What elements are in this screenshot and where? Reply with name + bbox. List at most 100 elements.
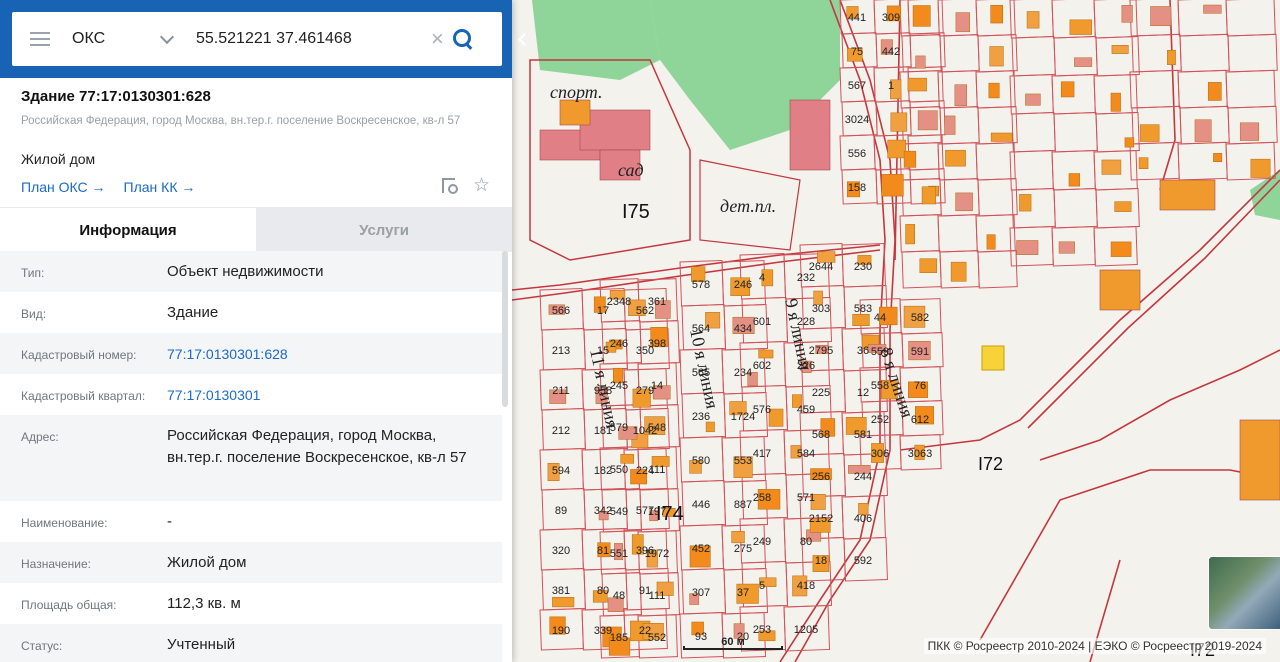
info-row: Тип: Объект недвижимости <box>0 251 502 292</box>
parcel-number-label: 36 <box>857 345 869 357</box>
parcel-number-label: 211 <box>552 385 570 397</box>
parcel-number-label: 446 <box>692 499 710 511</box>
parcel-number-label: 246 <box>610 338 628 350</box>
cadastral-quarter-link[interactable]: 77:17:0130301 <box>167 384 477 406</box>
parcel-number-label: 48 <box>613 590 625 602</box>
parcel-number-label: 452 <box>692 543 710 555</box>
collapse-panel-button[interactable] <box>512 22 532 56</box>
parcel-number-label: 2644 <box>809 261 833 273</box>
area-label: спорт. <box>550 82 602 102</box>
info-key: Наименование: <box>21 516 108 530</box>
parcel-number-label: 548 <box>648 422 666 434</box>
parcel-number-label: 576 <box>753 404 771 416</box>
parcel-number-label: 2348 <box>607 296 631 308</box>
parcel-number-label: 441 <box>848 12 866 24</box>
basemap-switcher[interactable] <box>1208 556 1280 630</box>
scrollbar[interactable] <box>502 251 508 407</box>
parcel-number-label: 3063 <box>908 448 932 460</box>
parcel-number-label: 459 <box>797 404 815 416</box>
info-key: Вид: <box>21 307 47 321</box>
area-label: дет.пл. <box>720 196 776 216</box>
parcel-number-label: 591 <box>911 346 929 358</box>
parcel-number-label: 275 <box>734 543 752 555</box>
parcel-number-label: 309 <box>882 12 900 24</box>
tabs: Информация Услуги <box>0 207 512 252</box>
info-value: - <box>167 513 172 530</box>
info-key: Кадастровый номер: <box>21 348 137 362</box>
parcel-number-label: 381 <box>552 585 570 597</box>
info-value: Жилой дом <box>167 554 247 571</box>
star-icon[interactable]: ☆ <box>473 176 490 195</box>
parcel-number-label: 1972 <box>645 548 669 560</box>
parcel-number-label: 320 <box>552 545 570 557</box>
info-row: Назначение: Жилой дом <box>0 542 502 583</box>
parcel-number-label: 190 <box>552 625 570 637</box>
parcel-number-label: 1 <box>888 80 894 92</box>
parcel-number-label: 584 <box>797 448 815 460</box>
parcel-number-label: 556 <box>848 148 866 160</box>
object-title: Здание 77:17:0130301:628 <box>21 88 211 105</box>
info-row: Наименование: - <box>0 501 502 542</box>
search-icon[interactable] <box>452 28 474 50</box>
copyright: ПКК © Росреестр 2010-2024 | ЕЭКО © Росре… <box>923 638 1266 654</box>
parcel-number-label: 2152 <box>809 513 833 525</box>
search-input[interactable] <box>194 29 418 49</box>
close-icon[interactable]: × <box>431 28 444 50</box>
parcel-number-label: 258 <box>753 492 771 504</box>
search-type-select[interactable]: ОКС <box>72 30 162 48</box>
parcel-number-label: 583 <box>854 303 872 315</box>
parcel-number-label: 549 <box>610 506 628 518</box>
info-key: Кадастровый квартал: <box>21 389 146 403</box>
parcel-number-label: 578 <box>692 279 710 291</box>
parcel-number-label: 236 <box>692 411 710 423</box>
info-value: Здание <box>167 304 219 321</box>
map-scale: 60 м <box>683 636 783 652</box>
parcel-number-label: 111 <box>649 464 666 476</box>
parcel-number-label: 253 <box>753 624 771 636</box>
plan-kk-link[interactable]: План КК → <box>124 179 196 195</box>
info-key: Статус: <box>21 639 63 653</box>
parcel-number-label: 212 <box>552 425 570 437</box>
parcel-number-label: 244 <box>854 471 872 483</box>
parcel-number-label: 552 <box>648 632 666 644</box>
parcel-number-label: 37 <box>737 587 749 599</box>
parcel-number-label: 571 <box>797 492 815 504</box>
parcel-number-label: 442 <box>882 46 900 58</box>
info-key: Тип: <box>21 266 45 280</box>
parcel-number-label: 1724 <box>731 411 755 423</box>
parcel-number-label: 307 <box>692 587 710 599</box>
tab-services[interactable]: Услуги <box>256 208 512 252</box>
info-row: Кадастровый номер: 77:17:0130301:628 <box>0 333 502 374</box>
info-row: Вид: Здание <box>0 292 502 333</box>
parcel-number-label: 553 <box>734 455 752 467</box>
zoom-to-object-icon[interactable] <box>441 177 459 195</box>
object-address: Российская Федерация, город Москва, вн.т… <box>21 115 461 127</box>
parcel-number-label: 566 <box>552 305 570 317</box>
info-row: Кадастровый квартал: 77:17:0130301 <box>0 374 502 415</box>
parcel-number-label: 3024 <box>845 114 869 126</box>
info-value: Учтенный <box>167 636 236 653</box>
parcel-number-label: 185 <box>610 632 628 644</box>
parcel-number-label: 252 <box>871 414 889 426</box>
menu-icon[interactable] <box>30 32 50 46</box>
cadastral-number-link[interactable]: 77:17:0130301:628 <box>167 343 477 365</box>
plan-oks-link[interactable]: План ОКС → <box>21 179 106 195</box>
tab-information[interactable]: Информация <box>0 208 256 252</box>
parcel-number-label: 1205 <box>794 624 818 636</box>
parcel-number-label: 230 <box>854 261 872 273</box>
info-row: Площадь общая: 112,3 кв. м <box>0 583 502 624</box>
parcel-number-label: 12 <box>857 387 869 399</box>
chevron-down-icon[interactable] <box>159 29 175 45</box>
parcel-number-label: 580 <box>692 455 710 467</box>
parcel-number-label: 417 <box>753 448 771 460</box>
selected-building[interactable] <box>981 345 1005 371</box>
parcel-number-label: 406 <box>854 513 872 525</box>
info-panel: ОКС × Здание 77:17:0130301:628 Российска… <box>0 0 512 662</box>
info-key: Адрес: <box>21 430 59 444</box>
parcel-number-label: 5 <box>759 580 765 592</box>
parcel-number-label: 80 <box>800 536 812 548</box>
scale-bar <box>683 646 783 650</box>
parcel-number-label: 601 <box>753 316 771 328</box>
parcel-number-label: 232 <box>797 272 815 284</box>
info-row: Адрес: Российская Федерация, город Москв… <box>0 415 502 501</box>
